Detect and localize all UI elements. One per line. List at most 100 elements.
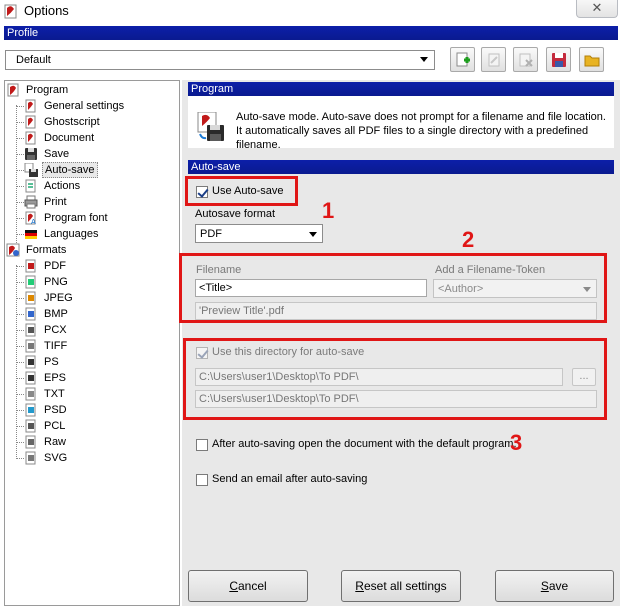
tree-item-label: SVG bbox=[44, 452, 68, 464]
autosave-format-value: PDF bbox=[200, 228, 222, 240]
profile-section-header: Profile bbox=[4, 26, 618, 40]
annotation-box-1 bbox=[185, 176, 298, 206]
tree-connector bbox=[16, 170, 24, 171]
tree-item-label: Print bbox=[44, 196, 67, 208]
tree-connector bbox=[16, 298, 24, 299]
send-email-label: Send an email after auto-saving bbox=[212, 473, 368, 485]
tree-connector bbox=[16, 186, 24, 187]
tree-connector bbox=[16, 282, 24, 283]
open-folder-icon[interactable] bbox=[584, 52, 600, 68]
close-window-button[interactable]: ✕ bbox=[576, 0, 618, 18]
pdfcreator-app-icon bbox=[4, 4, 18, 19]
tree-item-label: Document bbox=[44, 132, 95, 144]
title-bar bbox=[0, 0, 623, 24]
reset-mnemonic: R bbox=[355, 579, 364, 593]
annotation-box-2 bbox=[179, 253, 607, 323]
tree-item-label: Actions bbox=[44, 180, 81, 192]
tree-item-label: General settings bbox=[44, 100, 125, 112]
tree-item-label: Ghostscript bbox=[44, 116, 100, 128]
tree-connector bbox=[16, 346, 24, 347]
profile-select-value: Default bbox=[16, 54, 51, 66]
rename-profile-button[interactable] bbox=[481, 47, 506, 72]
reset-all-settings-button[interactable]: Reset all settings bbox=[341, 570, 461, 602]
tree-connector bbox=[16, 138, 24, 139]
tree-item-formats-icon bbox=[6, 243, 20, 257]
tree-item-format-txt-icon bbox=[24, 387, 38, 401]
tree-item-format-jpeg-icon bbox=[24, 291, 38, 305]
add-profile-button[interactable] bbox=[450, 47, 475, 72]
tree-connector bbox=[16, 106, 24, 107]
tree-item-program-icon bbox=[6, 83, 20, 97]
close-icon[interactable]: ✕ bbox=[592, 0, 603, 15]
tree-item-format-eps-icon bbox=[24, 371, 38, 385]
tree-connector bbox=[16, 266, 24, 267]
tree-item-general-settings-icon bbox=[24, 99, 38, 113]
save-profile-icon[interactable] bbox=[551, 52, 567, 68]
annotation-box-3 bbox=[183, 338, 607, 420]
tree-item-languages-icon bbox=[24, 227, 38, 241]
open-after-save-label: After auto-saving open the document with… bbox=[212, 438, 517, 450]
tree-item-actions-icon bbox=[24, 179, 38, 193]
program-section-header: Program bbox=[188, 82, 614, 96]
tree-connector bbox=[16, 410, 24, 411]
autosave-format-select[interactable]: PDF bbox=[195, 224, 323, 243]
tree-item-program-font-icon: A bbox=[24, 211, 38, 226]
tree-item-ghostscript-icon bbox=[24, 115, 38, 129]
tree-item-format-pcx-icon bbox=[24, 323, 38, 337]
rename-profile-icon[interactable] bbox=[486, 52, 502, 68]
tree-connector bbox=[16, 202, 24, 203]
send-email-checkbox[interactable] bbox=[196, 474, 208, 486]
tree-item-label: Raw bbox=[44, 436, 67, 448]
tree-connector bbox=[16, 378, 24, 379]
cancel-mnemonic: C bbox=[229, 579, 238, 593]
open-folder-button[interactable] bbox=[579, 47, 604, 72]
tree-connector bbox=[16, 105, 17, 251]
tree-item-save-icon bbox=[24, 147, 38, 161]
tree-connector bbox=[16, 122, 24, 123]
delete-profile-icon[interactable] bbox=[518, 52, 534, 68]
tree-item-format-psd-icon bbox=[24, 403, 38, 417]
tree-connector bbox=[16, 154, 24, 155]
tree-item-label: PCL bbox=[44, 420, 66, 432]
reset-label: eset all settings bbox=[363, 579, 447, 593]
tree-item-format-tiff-icon bbox=[24, 339, 38, 353]
tree-connector bbox=[16, 442, 24, 443]
save-button[interactable]: Save bbox=[495, 570, 614, 602]
tree-item-format-raw-icon bbox=[24, 435, 38, 449]
save-profile-button[interactable] bbox=[546, 47, 571, 72]
tree-connector bbox=[16, 314, 24, 315]
tree-item-label: Save bbox=[44, 148, 70, 160]
tree-connector bbox=[16, 426, 24, 427]
tree-item-format-png-icon bbox=[24, 275, 38, 289]
tree-item-print-icon bbox=[24, 195, 38, 209]
svg-text:A: A bbox=[31, 218, 36, 225]
tree-item-format-ps-icon bbox=[24, 355, 38, 369]
delete-profile-button[interactable] bbox=[513, 47, 538, 72]
open-after-save-checkbox[interactable] bbox=[196, 439, 208, 451]
tree-item-label: PCX bbox=[44, 324, 67, 336]
tree-connector bbox=[16, 362, 24, 363]
tree-item-label: TIFF bbox=[44, 340, 68, 352]
profile-select[interactable]: Default bbox=[5, 50, 435, 70]
tree-item-label: Program font bbox=[44, 212, 108, 224]
tree-connector bbox=[16, 394, 24, 395]
chevron-down-icon[interactable] bbox=[309, 232, 317, 237]
open-after-save-checkbox-row[interactable]: After auto-saving open the document with… bbox=[195, 437, 517, 453]
autosave-section-header: Auto-save bbox=[188, 160, 614, 174]
annotation-number-3: 3 bbox=[510, 430, 523, 455]
cancel-label: ancel bbox=[237, 579, 267, 593]
tree-item-format-pcl-icon bbox=[24, 419, 38, 433]
tree-item-label: EPS bbox=[44, 372, 67, 384]
tree-item-format-bmp-icon bbox=[24, 307, 38, 321]
tree-connector bbox=[16, 330, 24, 331]
tree-connector bbox=[16, 458, 24, 459]
add-profile-icon[interactable] bbox=[455, 52, 471, 68]
tree-item-format-svg-icon bbox=[24, 451, 38, 465]
tree-item-label: Languages bbox=[44, 228, 99, 240]
chevron-down-icon[interactable] bbox=[420, 57, 428, 62]
tree-item-label: Formats bbox=[26, 244, 67, 256]
send-email-checkbox-row[interactable]: Send an email after auto-saving bbox=[195, 472, 395, 488]
window-title: Options bbox=[24, 3, 69, 18]
cancel-button[interactable]: Cancel bbox=[188, 570, 308, 602]
tree-item-document-icon bbox=[24, 131, 38, 145]
